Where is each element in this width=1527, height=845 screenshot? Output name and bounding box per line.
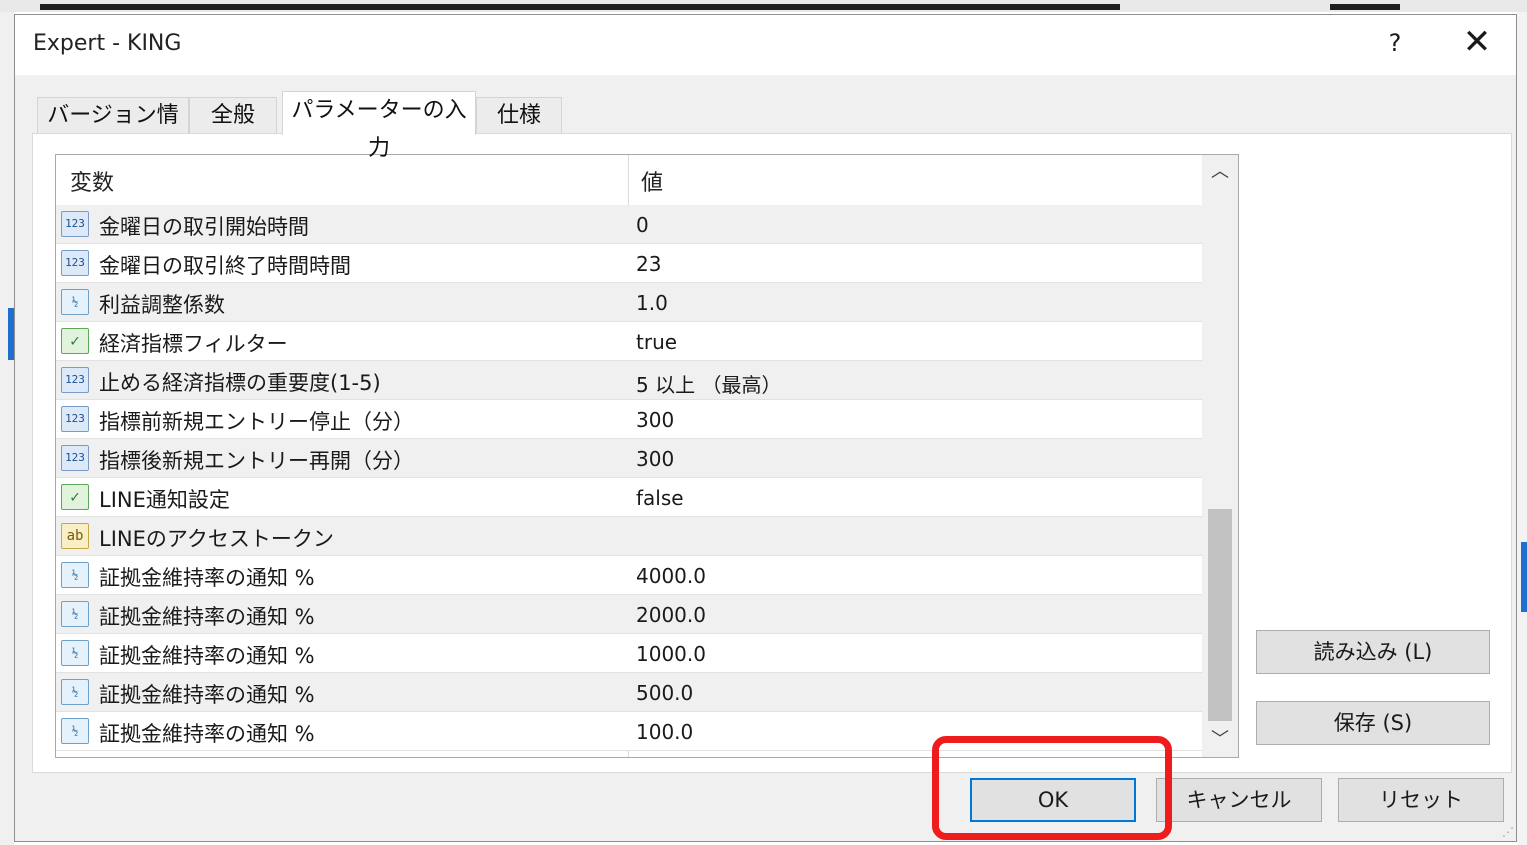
parameter-name: 指標前新規エントリー停止（分） bbox=[99, 410, 414, 434]
string-type-icon: ab bbox=[61, 523, 89, 549]
table-body: 123 金曜日の取引開始時間 0 123 金曜日の取引終了時間時間 23 ½ 利益調整係数 1.… bbox=[56, 205, 1202, 751]
table-row[interactable]: ½ 証拠金維持率の通知 % 1000.0 bbox=[56, 634, 1202, 673]
double-type-icon: ½ bbox=[61, 289, 89, 315]
parameter-name: LINEのアクセストークン bbox=[99, 527, 334, 551]
integer-type-icon: 123 bbox=[61, 211, 89, 237]
table-row[interactable]: 123 指標前新規エントリー停止（分） 300 bbox=[56, 400, 1202, 439]
table-row[interactable]: ½ 利益調整係数 1.0 bbox=[56, 283, 1202, 322]
double-type-icon: ½ bbox=[61, 718, 89, 744]
boolean-type-icon: ✓ bbox=[61, 484, 89, 510]
parameter-name: 金曜日の取引終了時間時間 bbox=[99, 254, 351, 278]
expert-properties-dialog: Expert - KING ? ✕ バージョン情報 全般 パラメーターの入力 仕… bbox=[14, 14, 1517, 842]
parameter-name: 証拠金維持率の通知 % bbox=[99, 644, 315, 668]
background-window-edge bbox=[0, 12, 14, 845]
parameter-name: 経済指標フィルター bbox=[99, 332, 288, 356]
parameter-value[interactable]: 300 bbox=[636, 447, 674, 471]
scroll-down-arrow-icon[interactable]: ﹀ bbox=[1202, 723, 1238, 757]
tab-specification[interactable]: 仕様 bbox=[476, 97, 562, 133]
parameter-value[interactable]: 1000.0 bbox=[636, 642, 706, 666]
parameter-name: 証拠金維持率の通知 % bbox=[99, 683, 315, 707]
table-row[interactable]: ½ 証拠金維持率の通知 % 4000.0 bbox=[56, 556, 1202, 595]
integer-type-icon: 123 bbox=[61, 250, 89, 276]
parameter-value[interactable]: 100.0 bbox=[636, 720, 693, 744]
parameter-value[interactable]: true bbox=[636, 330, 677, 354]
parameter-value[interactable]: 500.0 bbox=[636, 681, 693, 705]
parameters-panel: 変数 値 123 金曜日の取引開始時間 0 123 金曜日の取引終了時間時間 23 ½ 利益調… bbox=[32, 133, 1512, 773]
cancel-button[interactable]: キャンセル bbox=[1156, 778, 1322, 822]
integer-type-icon: 123 bbox=[61, 445, 89, 471]
double-type-icon: ½ bbox=[61, 562, 89, 588]
table-row[interactable]: 123 金曜日の取引終了時間時間 23 bbox=[56, 244, 1202, 283]
ok-button-highlight-annotation bbox=[932, 736, 1172, 840]
column-header-value[interactable]: 値 bbox=[641, 165, 663, 197]
tab-general[interactable]: 全般 bbox=[189, 97, 277, 133]
dialog-title: Expert - KING bbox=[33, 31, 182, 56]
title-bar: Expert - KING ? ✕ bbox=[15, 15, 1516, 75]
reset-button[interactable]: リセット bbox=[1338, 778, 1504, 822]
table-row[interactable]: 123 金曜日の取引開始時間 0 bbox=[56, 205, 1202, 244]
background-window-edge bbox=[1517, 12, 1527, 845]
background-accent bbox=[1521, 542, 1527, 612]
background-text-line bbox=[40, 4, 1120, 10]
parameter-value[interactable]: 2000.0 bbox=[636, 603, 706, 627]
parameter-value[interactable]: 0 bbox=[636, 213, 649, 237]
tab-input-parameters[interactable]: パラメーターの入力 bbox=[282, 91, 476, 161]
parameter-name: LINE通知設定 bbox=[99, 488, 230, 512]
parameter-name: 止める経済指標の重要度(1-5) bbox=[99, 371, 381, 395]
table-row[interactable]: ✓ LINE通知設定 false bbox=[56, 478, 1202, 517]
parameter-value[interactable]: 1.0 bbox=[636, 291, 668, 315]
parameter-value[interactable]: 4000.0 bbox=[636, 564, 706, 588]
table-row[interactable]: ½ 証拠金維持率の通知 % 500.0 bbox=[56, 673, 1202, 712]
parameter-value[interactable]: 23 bbox=[636, 252, 661, 276]
help-button[interactable]: ? bbox=[1381, 29, 1409, 59]
load-button[interactable]: 読み込み (L) bbox=[1256, 630, 1490, 674]
table-header: 変数 値 bbox=[56, 155, 1202, 205]
table-row[interactable]: ½ 証拠金維持率の通知 % 2000.0 bbox=[56, 595, 1202, 634]
parameter-value[interactable]: 300 bbox=[636, 408, 674, 432]
background-window-strip bbox=[0, 0, 1527, 12]
parameter-name: 証拠金維持率の通知 % bbox=[99, 566, 315, 590]
tab-version-info[interactable]: バージョン情報 bbox=[37, 97, 189, 164]
table-row[interactable]: ab LINEのアクセストークン bbox=[56, 517, 1202, 556]
column-header-variable[interactable]: 変数 bbox=[70, 165, 114, 197]
parameters-table: 変数 値 123 金曜日の取引開始時間 0 123 金曜日の取引終了時間時間 23 ½ 利益調… bbox=[55, 154, 1239, 758]
background-text-line bbox=[1330, 4, 1400, 10]
parameter-name: 金曜日の取引開始時間 bbox=[99, 215, 309, 239]
table-row[interactable]: 123 止める経済指標の重要度(1-5) 5 以上 （最高） bbox=[56, 361, 1202, 400]
save-button[interactable]: 保存 (S) bbox=[1256, 701, 1490, 745]
double-type-icon: ½ bbox=[61, 679, 89, 705]
resize-grip-icon[interactable]: ⋰ bbox=[1502, 825, 1514, 839]
double-type-icon: ½ bbox=[61, 640, 89, 666]
vertical-scrollbar[interactable]: ︿ ﹀ bbox=[1202, 155, 1238, 757]
close-button[interactable]: ✕ bbox=[1461, 25, 1493, 61]
parameter-name: 利益調整係数 bbox=[99, 293, 225, 317]
scrollbar-thumb[interactable] bbox=[1208, 509, 1232, 721]
parameter-value[interactable]: false bbox=[636, 486, 684, 510]
table-row[interactable]: 123 指標後新規エントリー再開（分） 300 bbox=[56, 439, 1202, 478]
double-type-icon: ½ bbox=[61, 601, 89, 627]
parameter-name: 証拠金維持率の通知 % bbox=[99, 605, 315, 629]
table-row[interactable]: ✓ 経済指標フィルター true bbox=[56, 322, 1202, 361]
parameter-name: 証拠金維持率の通知 % bbox=[99, 722, 315, 746]
boolean-type-icon: ✓ bbox=[61, 328, 89, 354]
parameter-name: 指標後新規エントリー再開（分） bbox=[99, 449, 414, 473]
integer-type-icon: 123 bbox=[61, 367, 89, 393]
scroll-up-arrow-icon[interactable]: ︿ bbox=[1202, 155, 1238, 189]
parameter-value[interactable]: 5 以上 （最高） bbox=[636, 369, 781, 398]
integer-type-icon: 123 bbox=[61, 406, 89, 432]
